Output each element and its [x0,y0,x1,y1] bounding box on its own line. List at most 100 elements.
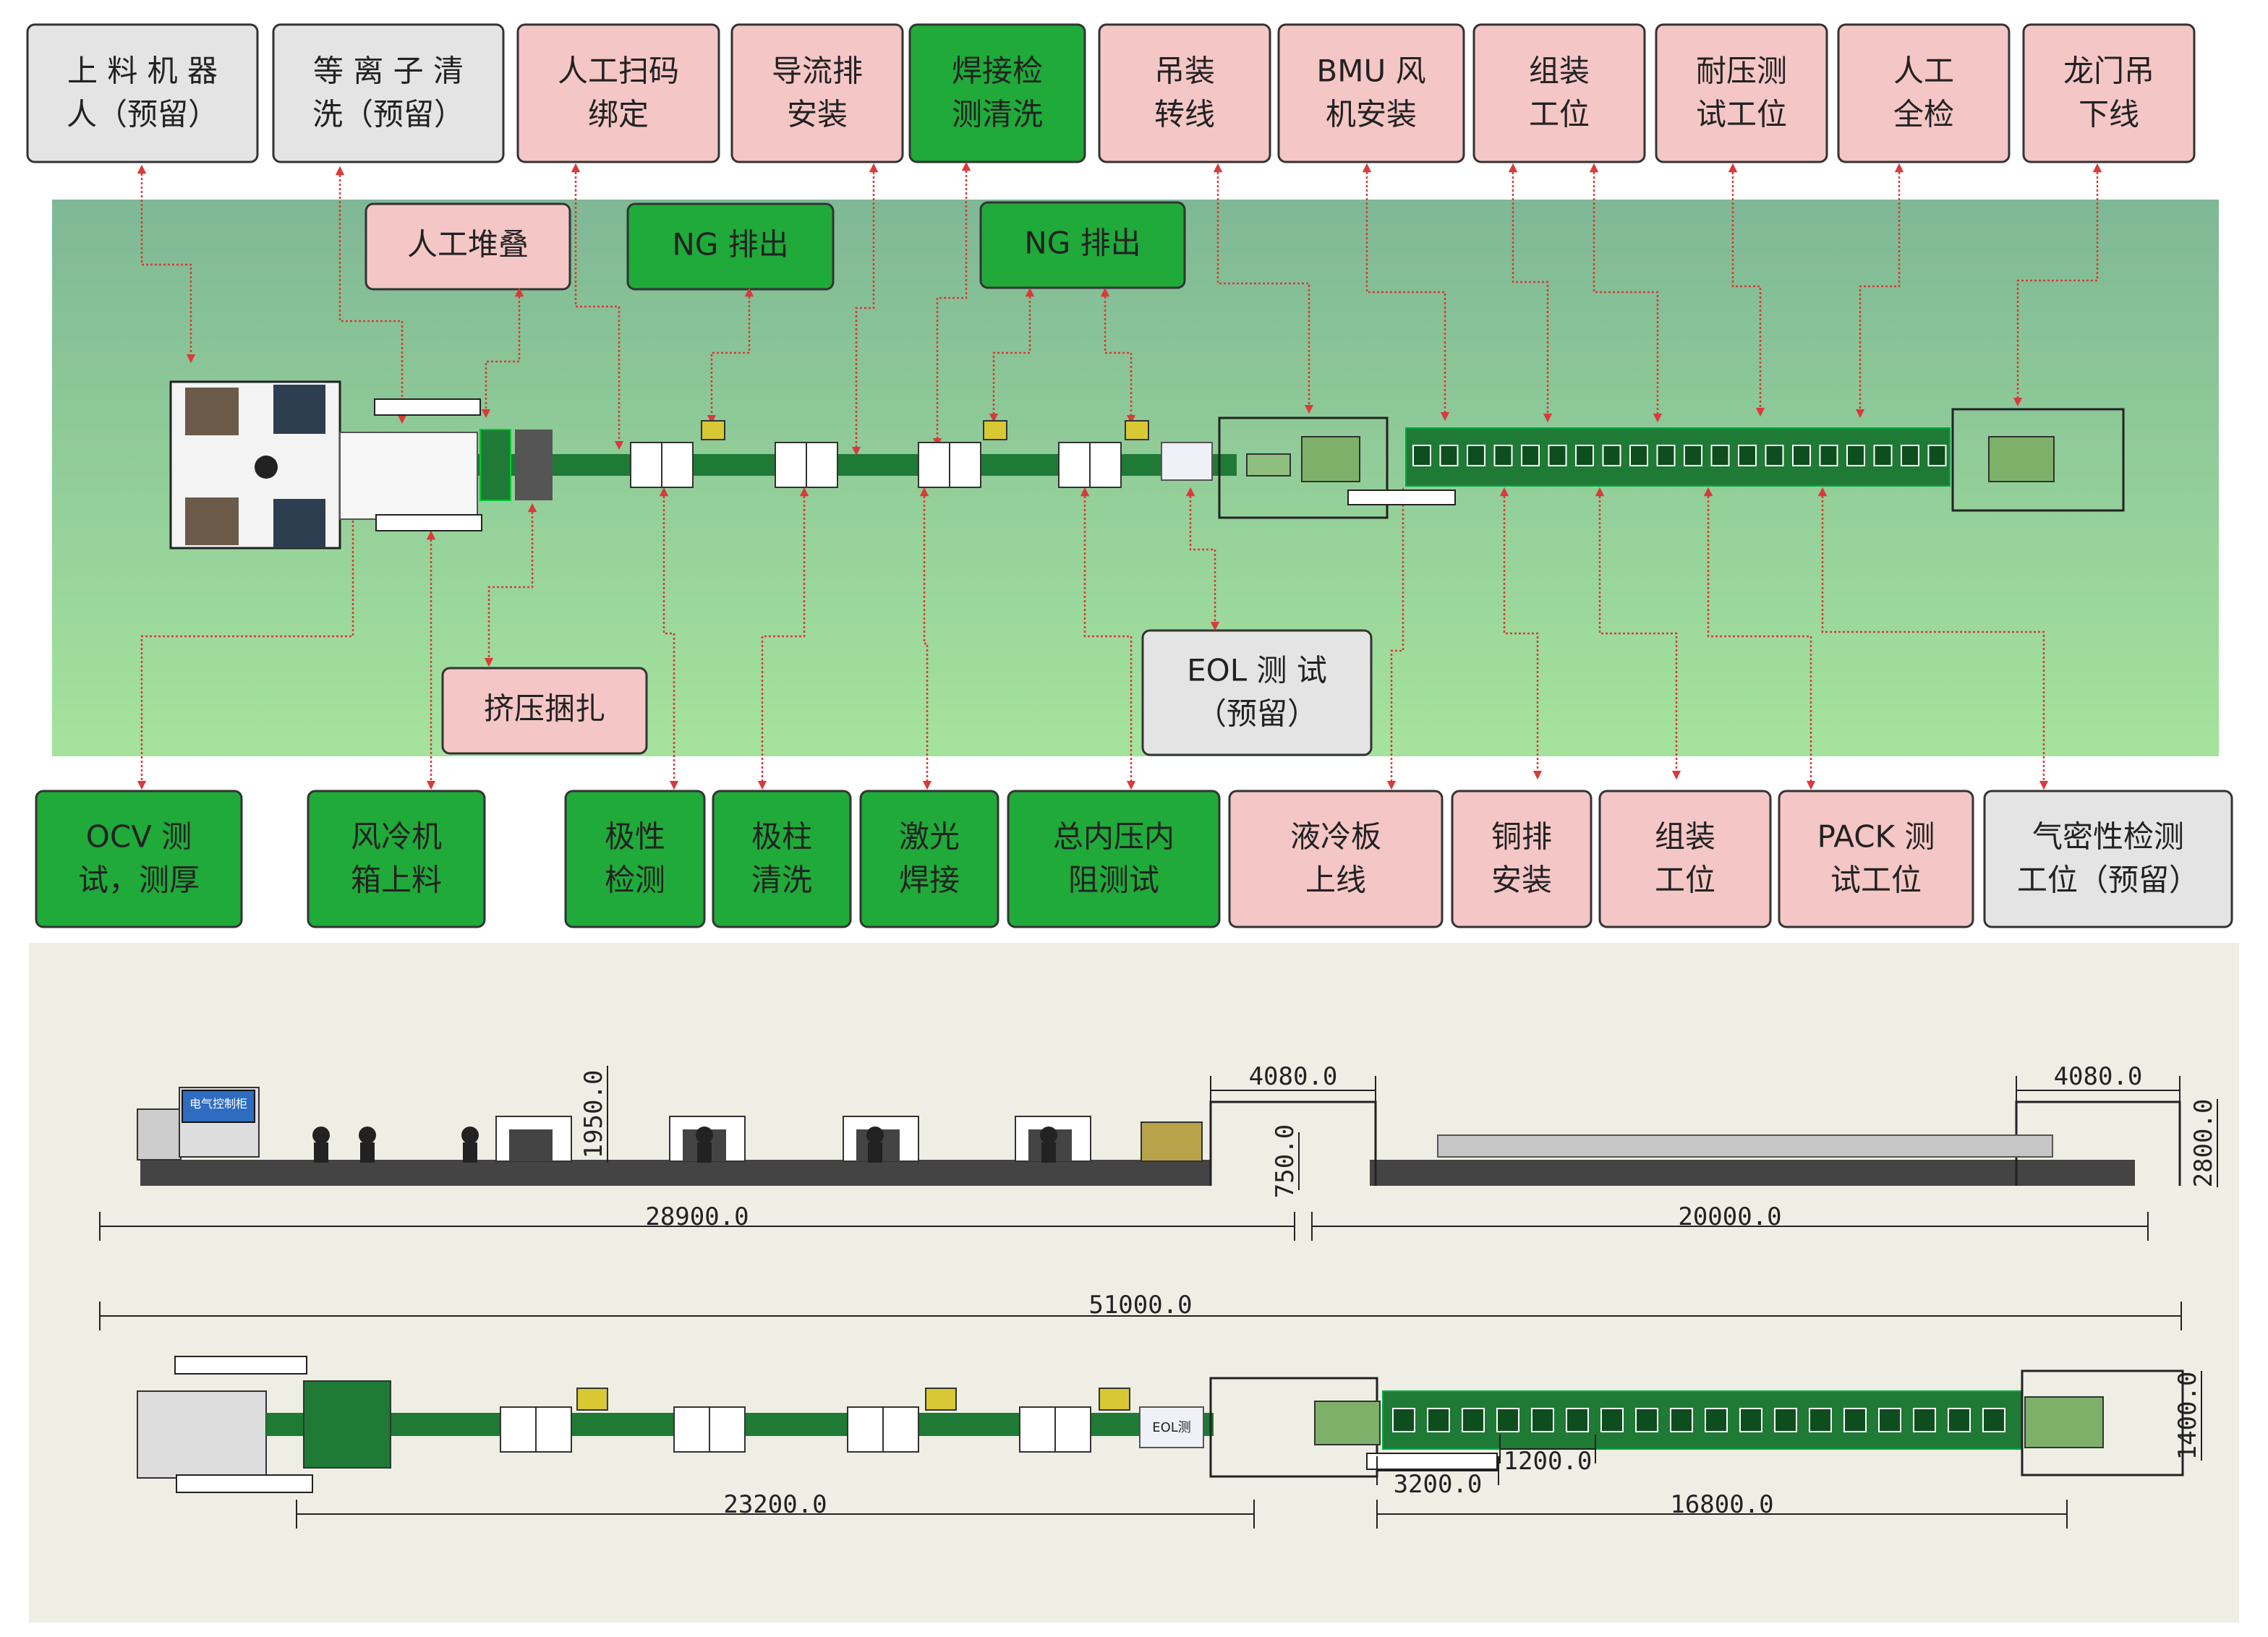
drawing-assembly-cell-9 [1670,1408,1693,1432]
top-label-11: 龙门吊下线 [2022,23,2196,163]
middle-label-5-box [1141,629,1373,756]
top-label-7-box [1277,23,1465,163]
bottom-label-3-box [564,790,706,928]
dim-side-small: 750.0 [1271,1124,1300,1198]
middle-label-5-text-1: EOL 测 试 [1187,653,1327,688]
top-label-9: 耐压测试工位 [1655,23,1828,163]
unloading-station [1988,436,2055,482]
top-label-6: 吊装转线 [1098,23,1271,163]
bottom-label-9-box [1598,790,1772,928]
stacking-station [479,429,511,501]
side-operator-4 [696,1127,713,1144]
bottom-label-11-text-1: 气密性检测 [2032,819,2184,855]
bottom-label-6-text-2: 阻测试 [1068,863,1159,898]
bottom-label-3: 极性检测 [564,790,706,928]
side-conveyor-left [140,1160,1211,1186]
bottom-label-8-box [1451,790,1593,928]
assembly-line-stations [1405,427,1951,487]
drawing-assembly-cell-2 [1427,1408,1450,1432]
bottom-label-10: PACK 测试工位 [1778,790,1974,928]
top-label-3-text-1: 人工扫码 [558,54,679,89]
top-label-10-text-2: 全检 [1893,97,1954,132]
bottom-label-7-text-1: 液冷板 [1290,819,1381,855]
side-conveyor-right [1370,1160,2135,1186]
top-label-11-box [2022,23,2196,163]
plan-buffer-bottom [176,1474,313,1493]
top-label-1-text-2: 人（预留） [67,97,218,132]
dim-side-height-left-value: 1950.0 [579,1070,608,1159]
assembly-cell-3 [1467,445,1485,466]
drawing-ng-station-3 [1099,1388,1130,1411]
drawing-assembly-cell-11 [1739,1408,1762,1432]
plan-copper-rack [1366,1453,1498,1470]
assembly-cell-17 [1846,445,1865,466]
top-label-5-text-1: 焊接检 [952,54,1043,89]
top-label-2-text-2: 洗（预留） [312,97,464,132]
side-eol-tester [1141,1121,1203,1162]
bottom-label-5-text-2: 焊接 [899,863,960,898]
top-label-9-text-1: 耐压测 [1696,54,1787,89]
copper-bar-rack [1347,490,1456,505]
bottom-label-1: OCV 测试，测厚 [35,790,243,928]
pallet-top-left [185,388,239,435]
dim-plan-width: 1400.0 [2173,1371,2202,1461]
assembly-cell-6 [1548,445,1567,466]
plan-ng-station-2 [983,420,1007,440]
bottom-label-4-text-1: 极柱 [751,819,812,855]
main-conveyor-left [477,454,1237,476]
top-label-10-box [1837,23,2011,163]
middle-label-5: EOL 测 试 （预留） [1141,629,1373,756]
bottom-label-5-box [859,790,999,928]
bottom-label-10-text-1: PACK 测 [1817,819,1935,855]
top-label-7-text-1: BMU 风 [1316,54,1425,89]
assembly-cell-14 [1765,445,1784,466]
liquid-cooling-loading [1301,436,1360,482]
top-label-7: BMU 风机安装 [1277,23,1465,163]
side-screen-label: 电气控制柜 [189,1097,247,1111]
bottom-label-2-text-1: 风冷机 [351,819,442,855]
dim-side-gantry-left-value: 4080.0 [1249,1062,1338,1091]
top-label-6-box [1098,23,1271,163]
top-label-3-box [516,23,720,163]
bottom-label-8-text-1: 铜排 [1491,819,1552,855]
top-label-8-text-1: 组装 [1529,54,1590,89]
drawing-ng-station-1 [576,1388,608,1411]
bottom-label-1-box [35,790,243,928]
top-station-labels: 上 料 机 器人（预留）等 离 子 清洗（预留）人工扫码绑定导流排安装焊接检测清… [26,23,2196,163]
top-label-1: 上 料 机 器人（预留） [26,23,259,163]
bottom-label-11: 气密性检测工位（预留） [1983,790,2233,928]
top-label-7-text-2: 机安装 [1326,97,1417,132]
assembly-cell-13 [1738,445,1757,466]
top-label-9-text-2: 试工位 [1696,97,1787,132]
top-label-4-box [730,23,904,163]
drawing-assembly-cell-13 [1809,1408,1832,1432]
middle-label-4: 挤压捆扎 [441,667,648,755]
bottom-label-6-text-1: 总内压内 [1053,819,1174,855]
drawing-assembly-cell-8 [1635,1408,1658,1432]
assembly-cell-12 [1710,445,1730,466]
bottom-label-5: 激光焊接 [859,790,999,928]
bottom-label-7-text-2: 上线 [1305,863,1366,898]
drawing-assembly-cell-5 [1531,1408,1554,1432]
side-operator-2 [359,1127,376,1144]
top-label-3: 人工扫码绑定 [516,23,720,163]
dim-plan-width-value: 1400.0 [2173,1372,2202,1461]
bottom-label-2-text-2: 箱上料 [351,863,442,898]
bottom-label-1-text-1: OCV 测 [86,819,192,855]
assembly-cell-1 [1412,445,1431,466]
plan-buffer-top [174,1356,307,1375]
drawing-assembly-cell-10 [1705,1408,1728,1432]
plan-ng-station-1 [701,420,725,440]
middle-label-2-text-1: NG 排出 [672,227,788,262]
top-label-10: 人工全检 [1837,23,2011,163]
top-label-4-text-2: 安装 [787,97,848,132]
loading-robot-icon [255,456,278,479]
bottom-label-10-text-2: 试工位 [1830,863,1922,898]
plasma-cleaning-cell [339,432,478,520]
assembly-cell-5 [1521,445,1540,466]
middle-label-1: 人工堆叠 [364,202,571,291]
assembly-cell-2 [1439,445,1459,466]
side-assembly-fixtures [1437,1134,2053,1158]
top-label-2: 等 离 子 清洗（预留） [272,23,505,163]
top-label-5-box [908,23,1086,163]
